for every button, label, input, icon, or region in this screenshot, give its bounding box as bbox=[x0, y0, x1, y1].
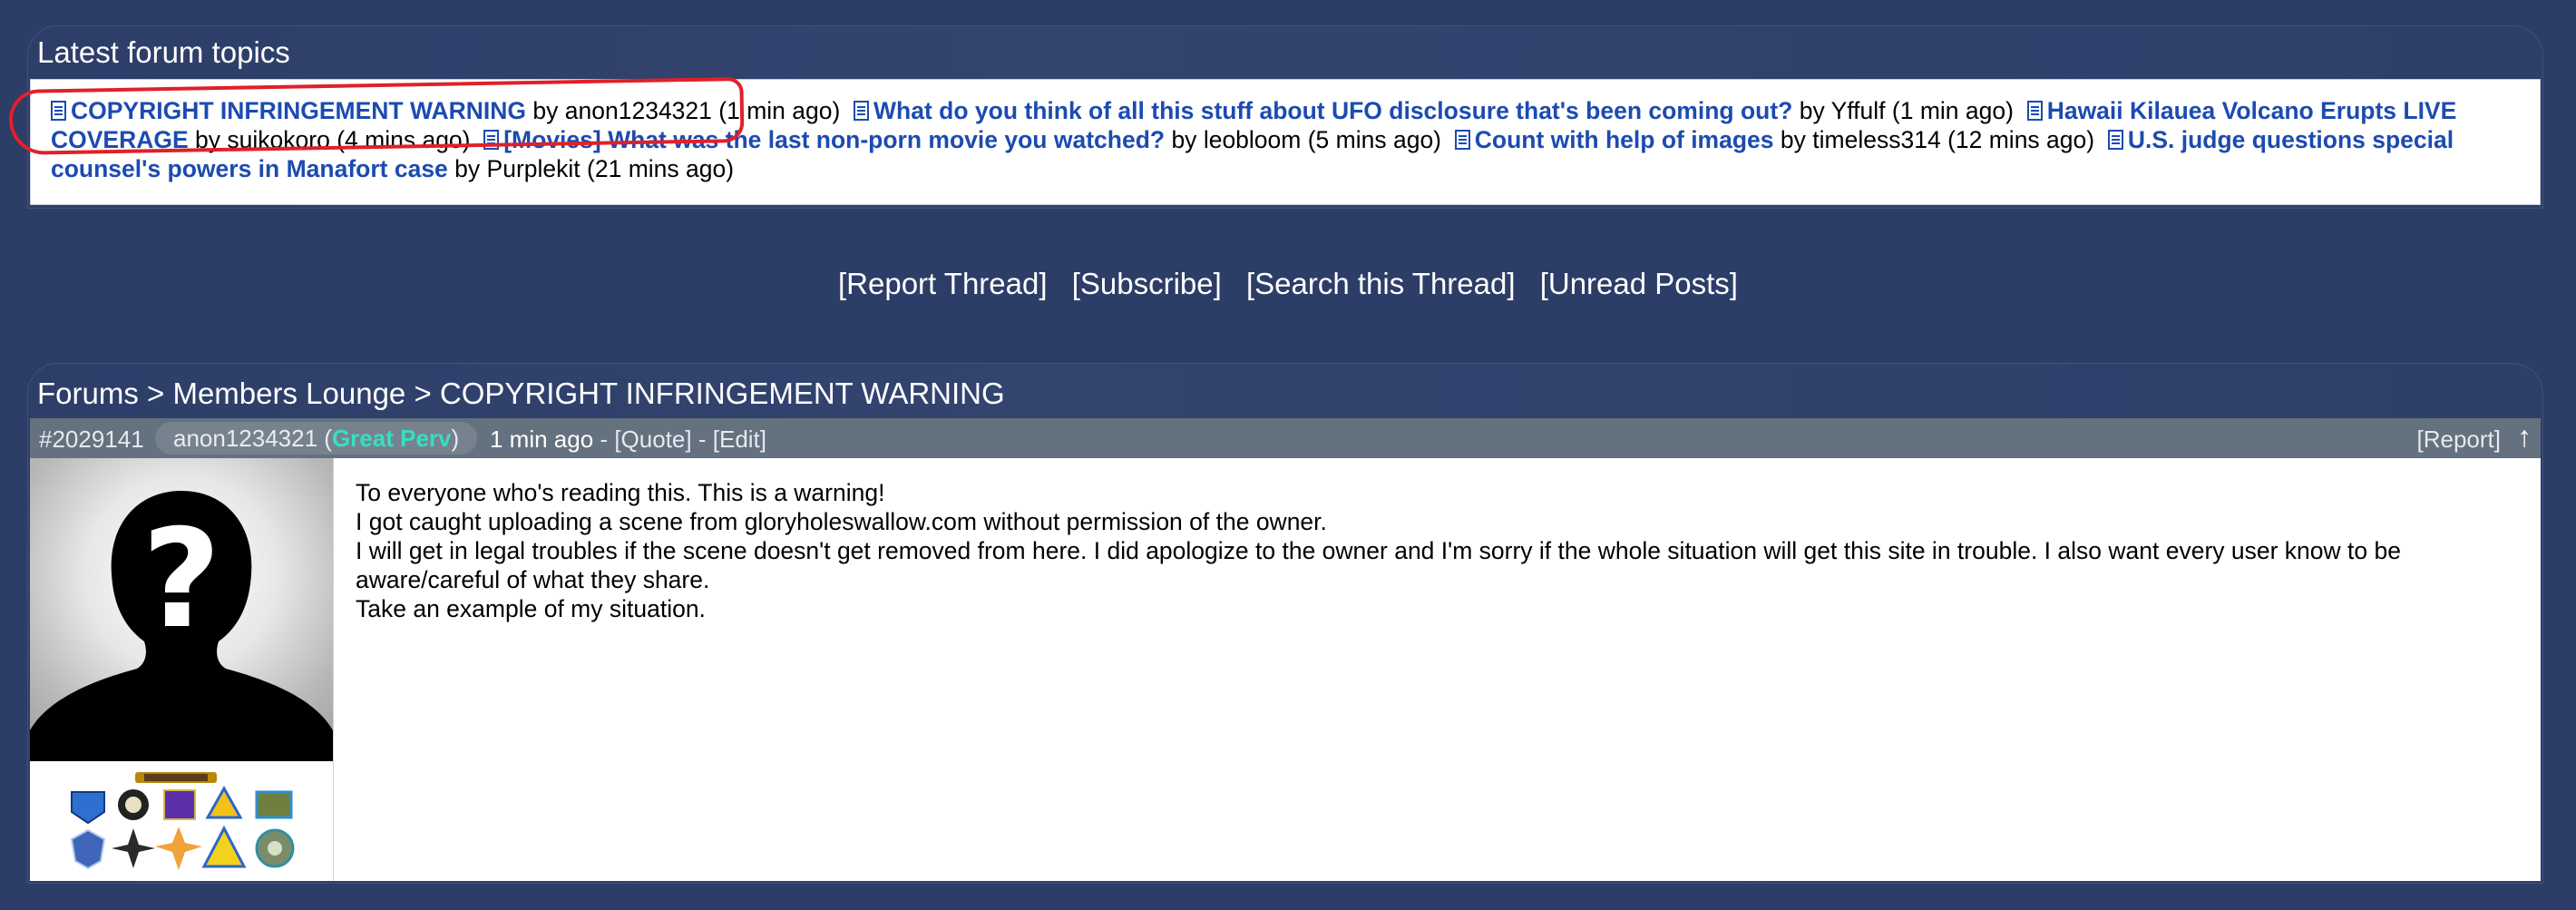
scroll-top-arrow-icon[interactable]: ↑ bbox=[2517, 420, 2532, 454]
thread-panel: Forums > Members Lounge > COPYRIGHT INFR… bbox=[27, 363, 2543, 884]
topic-author: leobloom bbox=[1203, 126, 1302, 153]
unread-posts-link[interactable]: [Unread Posts] bbox=[1540, 267, 1738, 300]
breadcrumb-members-lounge[interactable]: Members Lounge bbox=[172, 377, 405, 410]
post-meta: 1 min ago - [Quote] - [Edit] bbox=[490, 426, 766, 453]
breadcrumb-forums[interactable]: Forums bbox=[37, 377, 139, 410]
topic-author: timeless314 bbox=[1812, 126, 1941, 153]
document-icon bbox=[2026, 101, 2043, 121]
post-author[interactable]: anon1234321 bbox=[173, 425, 317, 452]
topic-link[interactable]: Count with help of images bbox=[1475, 126, 1774, 153]
topic-item: Count with help of images by timeless314… bbox=[1454, 126, 2095, 153]
edit-link[interactable]: [Edit] bbox=[713, 426, 766, 453]
topic-link[interactable]: [Movies] What was the last non-porn movi… bbox=[503, 126, 1165, 153]
document-icon bbox=[483, 130, 500, 150]
topic-item: COPYRIGHT INFRINGEMENT WARNING by anon12… bbox=[51, 97, 840, 124]
quote-link[interactable]: [Quote] bbox=[614, 426, 691, 453]
topic-link[interactable]: What do you think of all this stuff abou… bbox=[873, 97, 1792, 124]
topic-author: Yffulf bbox=[1830, 97, 1886, 124]
post-time: 1 min ago bbox=[490, 426, 594, 453]
topic-item: What do you think of all this stuff abou… bbox=[854, 97, 2014, 124]
topic-time: (5 mins ago) bbox=[1307, 126, 1442, 153]
breadcrumb-thread: COPYRIGHT INFRINGEMENT WARNING bbox=[439, 377, 1005, 410]
post-author-pill[interactable]: anon1234321 (Great Perv) bbox=[155, 422, 478, 455]
search-thread-link[interactable]: [Search this Thread] bbox=[1246, 267, 1516, 300]
latest-topics-title: Latest forum topics bbox=[37, 35, 290, 69]
post-id[interactable]: #2029141 bbox=[39, 426, 144, 454]
document-icon bbox=[1454, 130, 1470, 150]
topic-link[interactable]: COPYRIGHT INFRINGEMENT WARNING bbox=[71, 97, 526, 124]
report-post-link[interactable]: [Report] bbox=[2417, 426, 2502, 454]
svg-text:?: ? bbox=[141, 501, 220, 659]
post-line: To everyone who's reading this. This is … bbox=[356, 479, 885, 506]
unknown-person-silhouette-icon: ? bbox=[30, 491, 333, 761]
author-rank: Great Perv bbox=[331, 425, 452, 452]
latest-topics-panel: Latest forum topics COPYRIGHT INFRINGEME… bbox=[27, 25, 2543, 209]
latest-topics-list: COPYRIGHT INFRINGEMENT WARNING by anon12… bbox=[30, 79, 2541, 205]
thread-actions: [Report Thread] [Subscribe] [Search this… bbox=[0, 267, 2576, 301]
report-thread-link[interactable]: [Report Thread] bbox=[838, 267, 1048, 300]
post-line: I got caught uploading a scene from glor… bbox=[356, 508, 1327, 535]
post-body: To everyone who's reading this. This is … bbox=[334, 458, 2541, 881]
topic-author: anon1234321 bbox=[564, 97, 712, 124]
document-icon bbox=[51, 101, 66, 121]
topic-author: suikokoro bbox=[227, 126, 330, 153]
avatar[interactable]: ? bbox=[30, 458, 333, 761]
topic-time: (1 min ago) bbox=[718, 97, 841, 124]
breadcrumb: Forums > Members Lounge > COPYRIGHT INFR… bbox=[37, 377, 1005, 410]
document-icon bbox=[2107, 130, 2123, 150]
topic-time: (4 mins ago) bbox=[337, 126, 471, 153]
subscribe-link[interactable]: [Subscribe] bbox=[1072, 267, 1222, 300]
post-header: #2029141 anon1234321 (Great Perv) 1 min … bbox=[30, 418, 2541, 458]
achievement-badges-icon bbox=[70, 772, 295, 870]
topic-item: [Movies] What was the last non-porn movi… bbox=[483, 126, 1441, 153]
topic-time: (21 mins ago) bbox=[587, 155, 735, 182]
document-icon bbox=[854, 101, 870, 121]
topic-author: Purplekit bbox=[486, 155, 581, 182]
post-line: Take an example of my situation. bbox=[356, 595, 706, 622]
topic-time: (12 mins ago) bbox=[1947, 126, 2095, 153]
post-author-sidebar: ? bbox=[30, 458, 334, 881]
topic-time: (1 min ago) bbox=[1891, 97, 2014, 124]
post-line: I will get in legal troubles if the scen… bbox=[356, 537, 2401, 593]
